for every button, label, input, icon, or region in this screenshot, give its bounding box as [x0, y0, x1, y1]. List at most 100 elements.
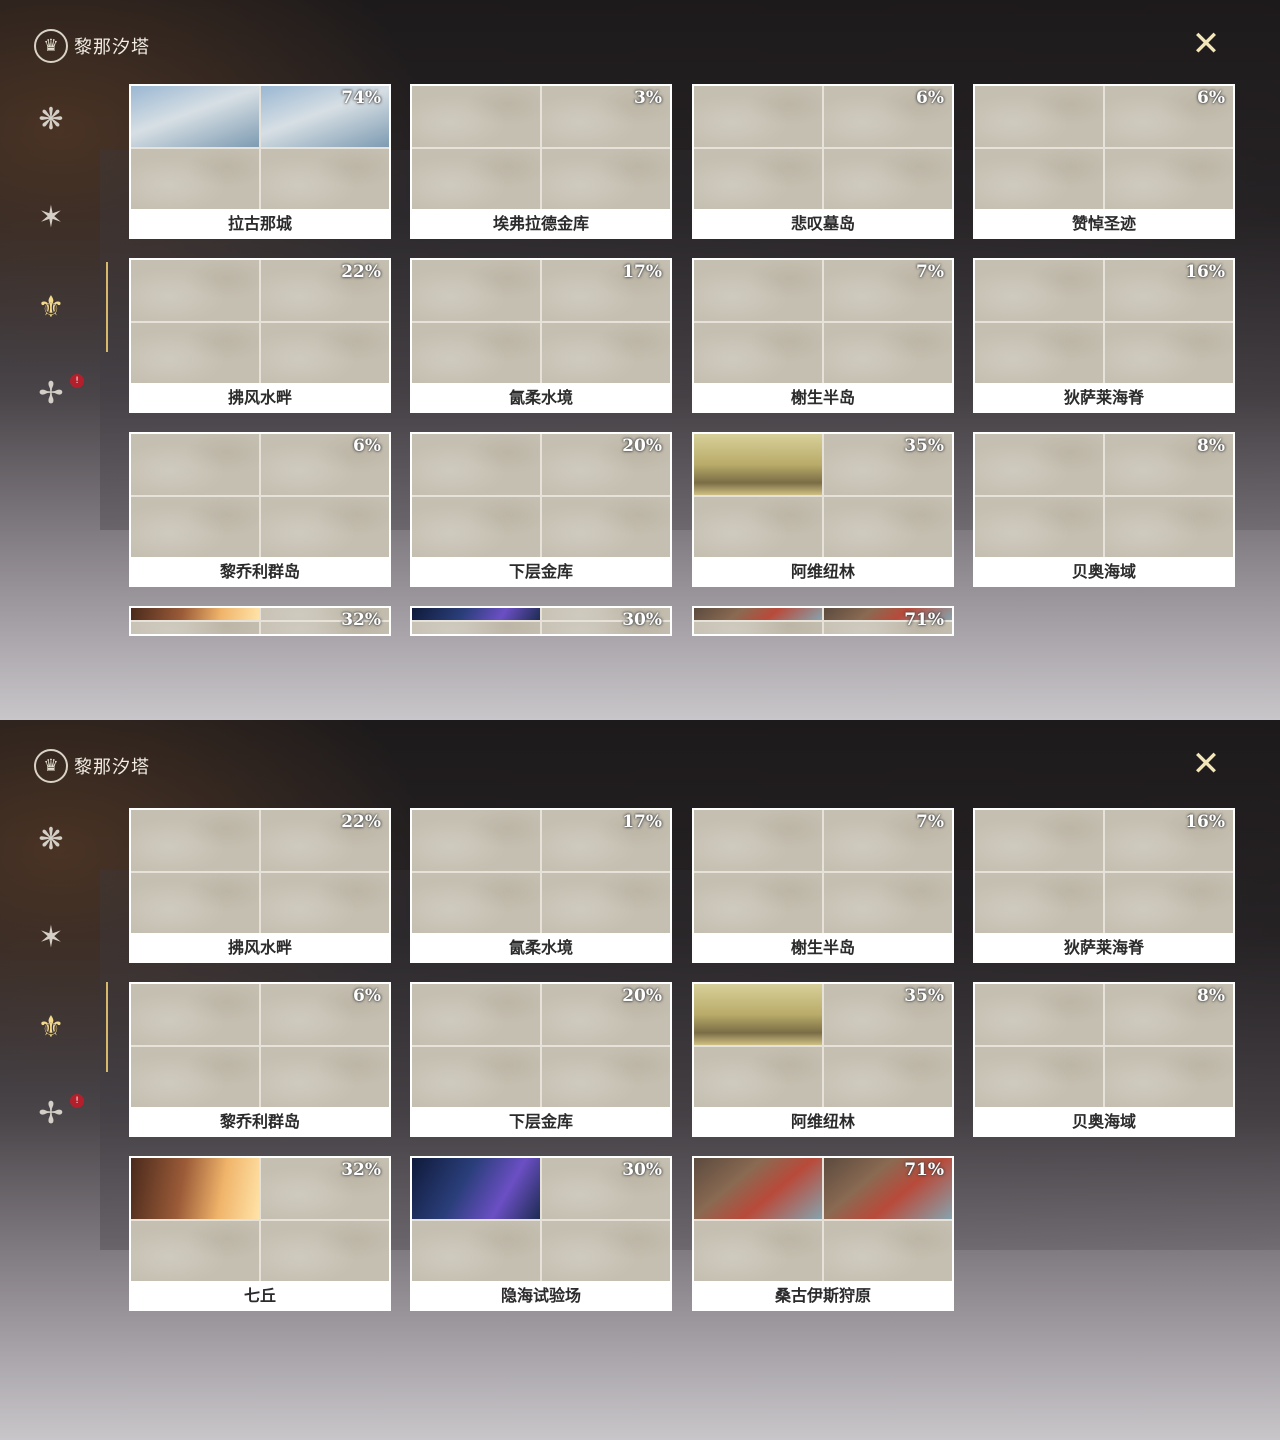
- sidebar-region-emblem-2[interactable]: ✶: [24, 910, 78, 964]
- sidebar-region-emblem-3[interactable]: ⚜: [24, 280, 78, 334]
- area-name: 榭生半岛: [790, 388, 855, 407]
- progress-percent: 16%: [1185, 262, 1225, 282]
- progress-percent: 6%: [916, 88, 944, 108]
- progress-percent: 35%: [904, 986, 944, 1006]
- area-name: 狄萨莱海脊: [1063, 388, 1144, 407]
- area-card[interactable]: 8% 贝奥海域: [973, 982, 1235, 1137]
- area-name: 埃弗拉德金库: [492, 214, 589, 233]
- progress-percent: 7%: [916, 812, 944, 832]
- area-card[interactable]: 16% 狄萨莱海脊: [973, 808, 1235, 963]
- area-card[interactable]: 32%: [129, 606, 391, 636]
- exploration-panel-2: ♛ 黎那汐塔 ✕ ❋ ✶ ⚜ ✢! 22% 拂风水畔 17% 氤柔水境 7% 榭…: [0, 720, 1280, 1440]
- area-card[interactable]: 7% 榭生半岛: [692, 258, 954, 413]
- area-name: 拂风水畔: [227, 388, 292, 407]
- region-header: ♛ 黎那汐塔: [34, 28, 150, 64]
- active-indicator: [106, 262, 108, 352]
- progress-percent: 74%: [341, 88, 381, 108]
- progress-percent: 20%: [622, 986, 662, 1006]
- area-name: 隐海试验场: [500, 1286, 581, 1305]
- area-name: 赞悼圣迹: [1071, 214, 1136, 233]
- area-card[interactable]: 17% 氤柔水境: [410, 258, 672, 413]
- progress-percent: 6%: [353, 436, 381, 456]
- progress-percent: 6%: [1197, 88, 1225, 108]
- progress-percent: 17%: [622, 812, 662, 832]
- area-name: 黎乔利群岛: [219, 562, 300, 581]
- alert-badge: !: [70, 374, 84, 388]
- region-title: 黎那汐塔: [74, 757, 150, 778]
- region-header: ♛ 黎那汐塔: [34, 748, 150, 784]
- progress-percent: 7%: [916, 262, 944, 282]
- area-name: 桑古伊斯狩原: [774, 1286, 871, 1305]
- area-name: 拉古那城: [227, 214, 292, 233]
- progress-percent: 30%: [622, 610, 662, 630]
- emblem-icon: ✢: [38, 375, 64, 411]
- progress-percent: 3%: [634, 88, 662, 108]
- area-name: 阿维纽林: [790, 1112, 855, 1131]
- emblem-icon: ✶: [38, 199, 64, 235]
- region-crest-icon: ♛: [34, 749, 68, 783]
- area-card[interactable]: 71% 桑古伊斯狩原: [692, 1156, 954, 1311]
- area-card[interactable]: 6% 黎乔利群岛: [129, 982, 391, 1137]
- close-button[interactable]: ✕: [1186, 24, 1226, 64]
- sidebar-region-emblem-2[interactable]: ✶: [24, 190, 78, 244]
- area-name: 氤柔水境: [508, 388, 573, 407]
- area-name: 狄萨莱海脊: [1063, 938, 1144, 957]
- sidebar-region-emblem-1[interactable]: ❋: [24, 812, 78, 866]
- exploration-panel-1: ♛ 黎那汐塔 ✕ ❋ ✶ ⚜ ✢! 74% 拉古那城 3% 埃弗拉德金库 6% …: [0, 0, 1280, 720]
- area-card[interactable]: 35% 阿维纽林: [692, 982, 954, 1137]
- close-button[interactable]: ✕: [1186, 744, 1226, 784]
- progress-percent: 6%: [353, 986, 381, 1006]
- sidebar-region-emblem-1[interactable]: ❋: [24, 92, 78, 146]
- progress-percent: 16%: [1185, 812, 1225, 832]
- area-name: 贝奥海域: [1071, 562, 1136, 581]
- area-name: 下层金库: [508, 1112, 573, 1131]
- progress-percent: 20%: [622, 436, 662, 456]
- sidebar-region-emblem-3[interactable]: ⚜: [24, 1000, 78, 1054]
- progress-percent: 35%: [904, 436, 944, 456]
- area-card[interactable]: 20% 下层金库: [410, 982, 672, 1137]
- area-name: 悲叹墓岛: [790, 214, 855, 233]
- emblem-icon: ❋: [38, 821, 64, 857]
- area-card[interactable]: 30% 隐海试验场: [410, 1156, 672, 1311]
- emblem-icon: ⚜: [37, 1009, 65, 1045]
- progress-percent: 71%: [904, 610, 944, 630]
- area-card[interactable]: 20% 下层金库: [410, 432, 672, 587]
- area-card[interactable]: 3% 埃弗拉德金库: [410, 84, 672, 239]
- area-name: 阿维纽林: [790, 562, 855, 581]
- progress-percent: 8%: [1197, 436, 1225, 456]
- progress-percent: 30%: [622, 1160, 662, 1180]
- progress-percent: 32%: [341, 1160, 381, 1180]
- sidebar-region-emblem-4[interactable]: ✢!: [24, 366, 84, 420]
- area-card[interactable]: 16% 狄萨莱海脊: [973, 258, 1235, 413]
- emblem-icon: ✶: [38, 919, 64, 955]
- area-name: 下层金库: [508, 562, 573, 581]
- area-card[interactable]: 7% 榭生半岛: [692, 808, 954, 963]
- sidebar-region-emblem-4[interactable]: ✢!: [24, 1086, 84, 1140]
- emblem-icon: ⚜: [37, 289, 65, 325]
- emblem-icon: ❋: [38, 101, 64, 137]
- area-card[interactable]: 6% 赞悼圣迹: [973, 84, 1235, 239]
- area-card[interactable]: 6% 悲叹墓岛: [692, 84, 954, 239]
- area-card[interactable]: 22% 拂风水畔: [129, 808, 391, 963]
- progress-percent: 22%: [341, 262, 381, 282]
- area-card[interactable]: 8% 贝奥海域: [973, 432, 1235, 587]
- progress-percent: 17%: [622, 262, 662, 282]
- area-card[interactable]: 17% 氤柔水境: [410, 808, 672, 963]
- region-crest-icon: ♛: [34, 29, 68, 63]
- area-card[interactable]: 32% 七丘: [129, 1156, 391, 1311]
- active-indicator: [106, 982, 108, 1072]
- area-card[interactable]: 71%: [692, 606, 954, 636]
- progress-percent: 22%: [341, 812, 381, 832]
- area-card[interactable]: 22% 拂风水畔: [129, 258, 391, 413]
- area-card[interactable]: 30%: [410, 606, 672, 636]
- area-name: 氤柔水境: [508, 938, 573, 957]
- area-card[interactable]: 35% 阿维纽林: [692, 432, 954, 587]
- progress-percent: 8%: [1197, 986, 1225, 1006]
- region-title: 黎那汐塔: [74, 37, 150, 58]
- area-name: 黎乔利群岛: [219, 1112, 300, 1131]
- area-name: 七丘: [243, 1286, 276, 1305]
- area-name: 拂风水畔: [227, 938, 292, 957]
- progress-percent: 32%: [341, 610, 381, 630]
- area-card[interactable]: 74% 拉古那城: [129, 84, 391, 239]
- area-card[interactable]: 6% 黎乔利群岛: [129, 432, 391, 587]
